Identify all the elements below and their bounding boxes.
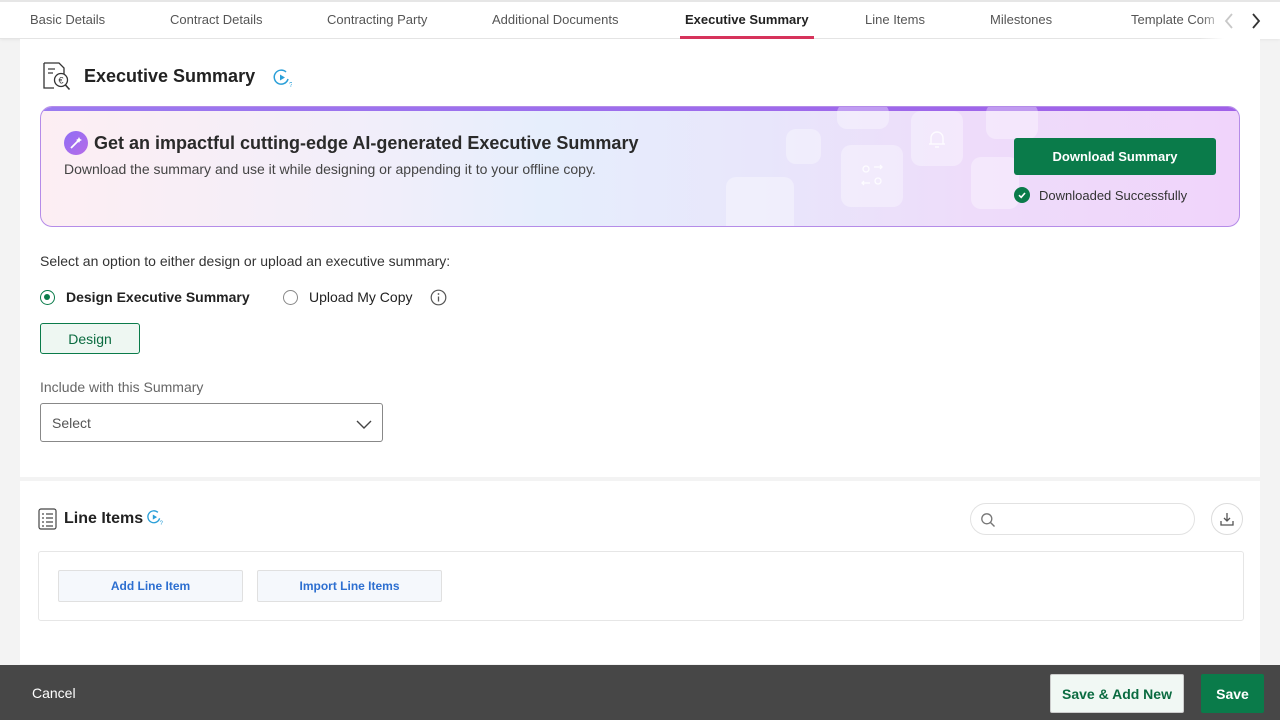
download-status-text: Downloaded Successfully <box>1039 187 1188 203</box>
radio-label: Upload My Copy <box>309 289 413 305</box>
include-label: Include with this Summary <box>40 379 204 395</box>
line-items-title: Line Items <box>64 510 144 527</box>
banner-top-accent <box>41 107 1239 111</box>
tab-contract-details[interactable]: Contract Details <box>170 2 262 39</box>
save-and-add-new-button[interactable]: Save & Add New <box>1050 674 1184 713</box>
include-select-value: Select <box>52 415 91 431</box>
add-line-item-button[interactable]: Add Line Item <box>58 570 243 602</box>
download-summary-button[interactable]: Download Summary <box>1014 138 1216 175</box>
radio-label: Design Executive Summary <box>66 289 250 305</box>
design-button[interactable]: Design <box>40 323 140 354</box>
line-items-video-help-icon[interactable]: ? <box>146 509 164 527</box>
svg-text:?: ? <box>160 521 163 526</box>
ai-summary-banner: Get an impactful cutting-edge AI-generat… <box>40 106 1240 227</box>
banner-subtitle: Download the summary and use it while de… <box>64 161 596 177</box>
banner-decoration <box>986 107 1038 139</box>
tab-additional-documents[interactable]: Additional Documents <box>492 2 618 39</box>
search-input[interactable] <box>1001 510 1181 530</box>
tabs-scroll-left-icon[interactable] <box>1219 10 1239 32</box>
banner-decoration <box>726 177 794 226</box>
executive-summary-title: Executive Summary <box>84 66 256 86</box>
tab-basic-details[interactable]: Basic Details <box>30 2 105 39</box>
banner-decoration <box>971 157 1019 209</box>
radio-upload-my-copy[interactable]: Upload My Copy <box>283 288 413 306</box>
banner-decoration <box>786 129 821 164</box>
section-tabs: Basic Details Contract Details Contracti… <box>0 0 1280 39</box>
svg-text:€: € <box>58 76 63 86</box>
cancel-button[interactable]: Cancel <box>32 685 76 701</box>
download-status: Downloaded Successfully <box>1014 186 1187 204</box>
radio-selected-icon[interactable] <box>40 289 55 305</box>
bell-icon <box>928 129 946 149</box>
download-icon <box>1220 513 1234 526</box>
video-help-icon[interactable]: ? <box>272 68 293 89</box>
save-button[interactable]: Save <box>1201 674 1264 713</box>
radio-unselected-icon[interactable] <box>283 289 298 305</box>
import-line-items-button[interactable]: Import Line Items <box>257 570 442 602</box>
tab-fade <box>1200 2 1280 39</box>
option-prompt: Select an option to either design or upl… <box>40 253 451 269</box>
users-swap-icon <box>856 159 888 191</box>
footer-action-bar: Cancel Save & Add New Save <box>0 665 1280 720</box>
banner-decoration <box>837 107 889 129</box>
tab-milestones[interactable]: Milestones <box>990 2 1052 39</box>
tabs-scroll-right-icon[interactable] <box>1246 10 1266 32</box>
radio-design-executive-summary[interactable]: Design Executive Summary <box>40 288 250 306</box>
banner-title: Get an impactful cutting-edge AI-generat… <box>94 133 639 153</box>
svg-text:?: ? <box>289 82 292 88</box>
include-select[interactable]: Select <box>40 403 383 442</box>
tab-executive-summary[interactable]: Executive Summary <box>680 2 814 39</box>
chevron-down-icon <box>356 416 372 432</box>
list-icon <box>38 508 58 530</box>
check-circle-icon <box>1014 187 1030 203</box>
line-items-search[interactable] <box>970 503 1195 535</box>
tab-line-items[interactable]: Line Items <box>865 2 925 39</box>
executive-summary-doc-icon: € <box>40 60 72 92</box>
info-icon[interactable] <box>430 289 447 306</box>
tab-contracting-party[interactable]: Contracting Party <box>327 2 427 39</box>
download-export-button[interactable] <box>1211 503 1243 535</box>
ai-magic-wand-icon <box>64 131 88 155</box>
search-icon <box>980 512 996 528</box>
